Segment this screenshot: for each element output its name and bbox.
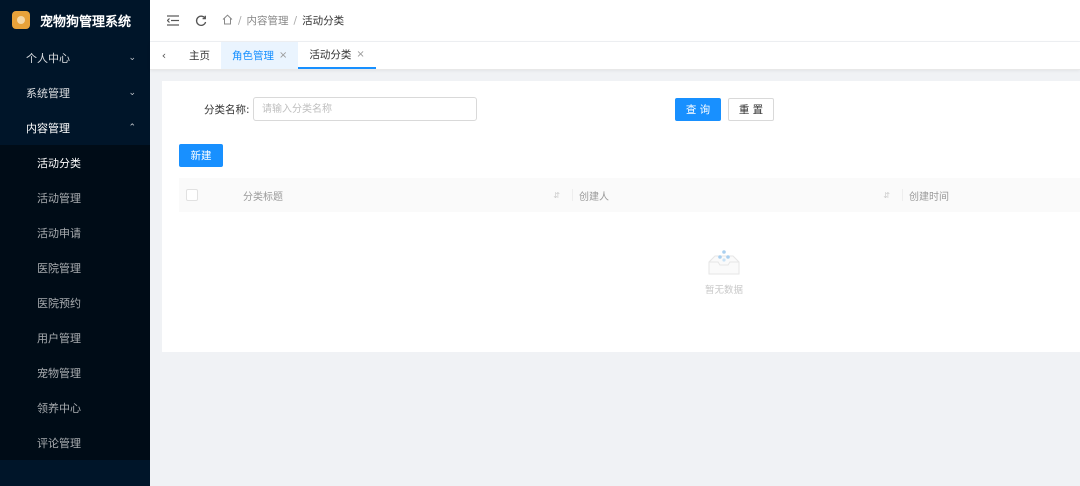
column-header-title[interactable]: 分类标题 ⇵ [243, 188, 572, 203]
tab-activity-category[interactable]: 活动分类 × [298, 42, 376, 69]
breadcrumb-separator: / [293, 14, 298, 27]
breadcrumb-separator: / [238, 14, 242, 27]
search-form: 分类名称: 查 询 重 置 [162, 97, 1080, 123]
breadcrumb-current: 活动分类 [302, 15, 345, 27]
table-header: 分类标题 ⇵ 创建人 ⇵ 创建时间 [179, 178, 1080, 212]
sidebar-menu-label: 个人中心 [26, 51, 70, 65]
sidebar-item-activity-management[interactable]: 活动管理 [0, 180, 150, 215]
select-all-checkbox[interactable] [186, 189, 198, 201]
page-tabs: ‹ 主页 角色管理 × 活动分类 × [150, 42, 1080, 70]
empty-state: 暂无数据 [179, 248, 1080, 296]
sidebar-item-activity-application[interactable]: 活动申请 [0, 215, 150, 250]
tab-label: 活动分类 [309, 49, 352, 61]
category-name-label: 分类名称: [204, 104, 250, 116]
column-header-created-time[interactable]: 创建时间 [903, 188, 1080, 203]
home-icon[interactable] [222, 14, 233, 28]
sort-icon[interactable]: ⇵ [553, 191, 560, 200]
column-creator-label: 创建人 [579, 191, 609, 203]
app-logo: 宠物狗管理系统 [0, 0, 150, 40]
close-icon[interactable]: × [279, 50, 287, 61]
content-card: 分类名称: 查 询 重 置 新建 分类标题 ⇵ 创建人 ⇵ 创建时间 [162, 81, 1080, 352]
close-icon[interactable]: × [356, 49, 364, 60]
dog-logo-icon [12, 11, 30, 29]
sidebar-menu-label: 内容管理 [26, 121, 70, 135]
tab-label: 主页 [189, 50, 210, 62]
empty-box-icon [705, 248, 743, 276]
query-button[interactable]: 查 询 [675, 98, 721, 121]
sidebar-menu-personal[interactable]: 个人中心 ⌄ [0, 40, 150, 75]
empty-text: 暂无数据 [704, 285, 743, 296]
sidebar-item-activity-category[interactable]: 活动分类 [0, 145, 150, 180]
menu-fold-icon[interactable] [166, 14, 180, 28]
tab-role-management[interactable]: 角色管理 × [221, 42, 299, 69]
category-table: 分类标题 ⇵ 创建人 ⇵ 创建时间 暂无数据 [179, 178, 1080, 296]
tab-home[interactable]: 主页 [178, 42, 221, 69]
sidebar-item-user-management[interactable]: 用户管理 [0, 320, 150, 355]
sidebar-item-pet-management[interactable]: 宠物管理 [0, 355, 150, 390]
chevron-up-icon: ⌃ [128, 122, 136, 133]
select-all-cell [179, 189, 243, 201]
column-created-time-label: 创建时间 [909, 191, 949, 203]
chevron-left-icon[interactable]: ‹ [150, 42, 178, 69]
column-header-creator[interactable]: 创建人 ⇵ [573, 188, 902, 203]
chevron-down-icon: ⌄ [128, 87, 136, 98]
sidebar: 宠物狗管理系统 个人中心 ⌄ 系统管理 ⌄ 内容管理 ⌃ 活动分类 活动管理 活… [0, 0, 150, 486]
chevron-down-icon: ⌄ [128, 52, 136, 63]
sidebar-menu-content[interactable]: 内容管理 ⌃ [0, 110, 150, 145]
sidebar-item-hospital-booking[interactable]: 医院预约 [0, 285, 150, 320]
sidebar-submenu: 活动分类 活动管理 活动申请 医院管理 医院预约 用户管理 宠物管理 领养中心 … [0, 145, 150, 460]
sidebar-item-comment-management[interactable]: 评论管理 [0, 425, 150, 460]
sidebar-menu-label: 系统管理 [26, 86, 70, 100]
category-name-input[interactable] [253, 97, 477, 121]
tab-label: 角色管理 [232, 50, 274, 62]
column-title-label: 分类标题 [243, 191, 283, 203]
sidebar-item-hospital-management[interactable]: 医院管理 [0, 250, 150, 285]
new-button[interactable]: 新建 [179, 144, 223, 167]
breadcrumb: / 内容管理 / 活动分类 [222, 13, 344, 28]
app-title: 宠物狗管理系统 [40, 14, 132, 30]
top-header: / 内容管理 / 活动分类 [150, 0, 1080, 42]
sidebar-menu-system[interactable]: 系统管理 ⌄ [0, 75, 150, 110]
reset-button[interactable]: 重 置 [728, 98, 774, 121]
refresh-icon[interactable] [194, 14, 208, 28]
sidebar-item-adoption-center[interactable]: 领养中心 [0, 390, 150, 425]
sort-icon[interactable]: ⇵ [883, 191, 890, 200]
breadcrumb-item[interactable]: 内容管理 [247, 13, 289, 28]
